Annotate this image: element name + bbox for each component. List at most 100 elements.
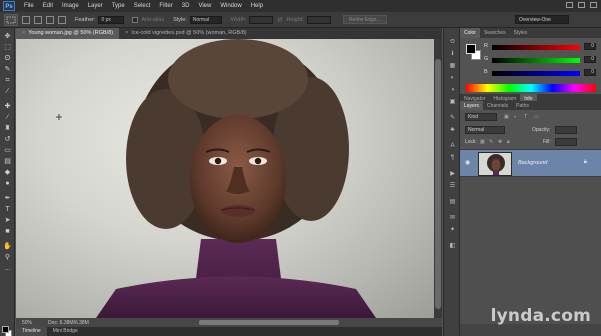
lasso-tool-icon[interactable]: ʘ xyxy=(3,54,12,63)
menu-file[interactable]: File xyxy=(24,3,34,9)
marquee-tool-icon[interactable]: ⬚ xyxy=(3,43,12,52)
info-icon[interactable]: ℹ xyxy=(448,50,457,58)
close-icon[interactable] xyxy=(590,2,597,8)
menu-help[interactable]: Help xyxy=(251,3,263,9)
type-tool-icon[interactable]: T xyxy=(3,205,12,214)
blue-value[interactable]: 0 xyxy=(584,69,596,76)
subtract-selection-icon[interactable] xyxy=(46,15,54,24)
intersect-selection-icon[interactable] xyxy=(58,15,66,24)
lock-pixels-icon[interactable]: ✎ xyxy=(489,139,493,145)
workspace-select[interactable]: Overview-One xyxy=(515,15,569,24)
lock-transparent-icon[interactable]: ▦ xyxy=(480,139,485,145)
adjustments-icon[interactable]: ◑ xyxy=(448,86,457,94)
move-tool-icon[interactable]: ✥ xyxy=(3,32,12,41)
swatches-icon[interactable]: ▦ xyxy=(448,62,457,70)
horizontal-scroll-thumb[interactable] xyxy=(198,320,339,325)
tab-swatches[interactable]: Swatches xyxy=(480,28,510,38)
layer-row-background[interactable]: ◉ Background 🔒︎ xyxy=(460,149,601,177)
pen-tool-icon[interactable]: ✒ xyxy=(3,194,12,203)
close-tab-icon[interactable]: × xyxy=(125,30,128,36)
tab-styles[interactable]: Styles xyxy=(510,28,532,38)
stamp-tool-icon[interactable]: ♜ xyxy=(3,124,12,133)
fill-input[interactable] xyxy=(555,138,577,146)
quick-select-tool-icon[interactable]: ✎ xyxy=(3,65,12,74)
menu-select[interactable]: Select xyxy=(134,3,151,9)
gradient-tool-icon[interactable]: ▤ xyxy=(3,157,12,166)
actions-icon[interactable]: ▶ xyxy=(448,170,457,178)
document-canvas[interactable] xyxy=(16,39,434,318)
blur-tool-icon[interactable]: ◆ xyxy=(3,168,12,177)
red-value[interactable]: 0 xyxy=(584,43,596,50)
style-select[interactable]: Normal xyxy=(189,15,222,24)
history-brush-icon[interactable]: ↺ xyxy=(3,135,12,144)
layer-name[interactable]: Background xyxy=(518,160,547,166)
refine-edge-button[interactable]: Refine Edge... xyxy=(342,15,387,24)
zoom-level[interactable]: 50% xyxy=(22,320,38,326)
masks-icon[interactable]: ▣ xyxy=(448,98,457,106)
menu-filter[interactable]: Filter xyxy=(159,3,172,9)
properties-icon[interactable]: ☰ xyxy=(448,182,457,190)
antialias-checkbox[interactable] xyxy=(132,16,139,23)
brush-presets-icon[interactable]: ✎ xyxy=(448,114,457,122)
lock-position-icon[interactable]: ✥ xyxy=(498,139,502,145)
clone-source-icon[interactable]: ♣ xyxy=(448,126,457,134)
green-slider[interactable] xyxy=(492,58,580,63)
layer-comps-icon[interactable]: ▤ xyxy=(448,198,457,206)
path-select-tool-icon[interactable]: ➤ xyxy=(3,216,12,225)
menu-window[interactable]: Window xyxy=(220,3,241,9)
tool-preset-picker[interactable] xyxy=(4,13,18,26)
filter-pixel-icon[interactable]: ▣ xyxy=(504,114,509,120)
more-tools-icon[interactable]: … xyxy=(3,264,12,273)
color-spectrum[interactable] xyxy=(466,84,596,92)
visibility-eye-icon[interactable]: ◉ xyxy=(465,160,473,166)
menu-image[interactable]: Image xyxy=(62,3,79,9)
eyedropper-tool-icon[interactable]: ⁄ xyxy=(3,87,12,96)
doc-size[interactable]: Doc: 6.38M/6.38M xyxy=(48,320,89,326)
lock-all-icon[interactable]: 🔒︎ xyxy=(507,139,510,145)
foreground-color-swatch[interactable] xyxy=(2,326,9,333)
tab-mini-bridge[interactable]: Mini Bridge xyxy=(47,327,84,336)
hand-tool-icon[interactable]: ✋ xyxy=(3,242,12,251)
color-wheel-icon[interactable]: ◐ xyxy=(448,74,457,82)
shape-tool-icon[interactable]: ■ xyxy=(3,227,12,236)
blue-slider[interactable] xyxy=(492,71,580,76)
menu-layer[interactable]: Layer xyxy=(88,3,103,9)
red-slider[interactable] xyxy=(492,45,580,50)
opacity-input[interactable] xyxy=(555,126,577,134)
green-value[interactable]: 0 xyxy=(584,56,596,63)
eraser-tool-icon[interactable]: ▭ xyxy=(3,146,12,155)
notes-icon[interactable]: ✉ xyxy=(448,214,457,222)
menu-3d[interactable]: 3D xyxy=(182,3,190,9)
tab-timeline[interactable]: Timeline xyxy=(16,327,47,336)
tool-presets-icon[interactable]: ✦ xyxy=(448,226,457,234)
brush-tool-icon[interactable]: ∕ xyxy=(3,113,12,122)
height-input[interactable] xyxy=(306,15,331,24)
feather-input[interactable]: 0 px xyxy=(98,15,125,24)
filter-type-icon[interactable]: T xyxy=(524,114,527,120)
styles-icon[interactable]: ◧ xyxy=(448,242,457,250)
healing-tool-icon[interactable]: ✚ xyxy=(3,102,12,111)
filter-adjust-icon[interactable]: ◐ xyxy=(514,114,517,120)
filter-shape-icon[interactable]: ▭ xyxy=(534,114,539,120)
dodge-tool-icon[interactable]: ● xyxy=(3,179,12,188)
tab-color[interactable]: Color xyxy=(460,28,480,38)
zoom-tool-icon[interactable]: ⚲ xyxy=(3,253,12,262)
layer-kind-filter[interactable]: Kind xyxy=(465,113,497,121)
crop-tool-icon[interactable]: ⌗ xyxy=(3,76,12,85)
character-icon[interactable]: A xyxy=(448,142,457,150)
width-input[interactable] xyxy=(249,15,274,24)
menu-type[interactable]: Type xyxy=(112,3,125,9)
close-tab-icon[interactable]: × xyxy=(22,30,25,36)
maximize-icon[interactable] xyxy=(578,2,585,8)
minimize-icon[interactable] xyxy=(566,2,573,8)
menu-edit[interactable]: Edit xyxy=(43,3,53,9)
scroll-thumb[interactable] xyxy=(435,59,441,309)
paragraph-icon[interactable]: ¶ xyxy=(448,154,457,162)
history-icon[interactable]: ⏲ xyxy=(448,38,457,46)
blend-mode-select[interactable]: Normal xyxy=(465,126,505,134)
vertical-scrollbar[interactable] xyxy=(434,39,442,318)
add-selection-icon[interactable] xyxy=(34,15,42,24)
foreground-swatch[interactable] xyxy=(466,44,476,54)
swap-icon[interactable]: ⇄ xyxy=(277,16,282,23)
new-selection-icon[interactable] xyxy=(22,15,30,24)
